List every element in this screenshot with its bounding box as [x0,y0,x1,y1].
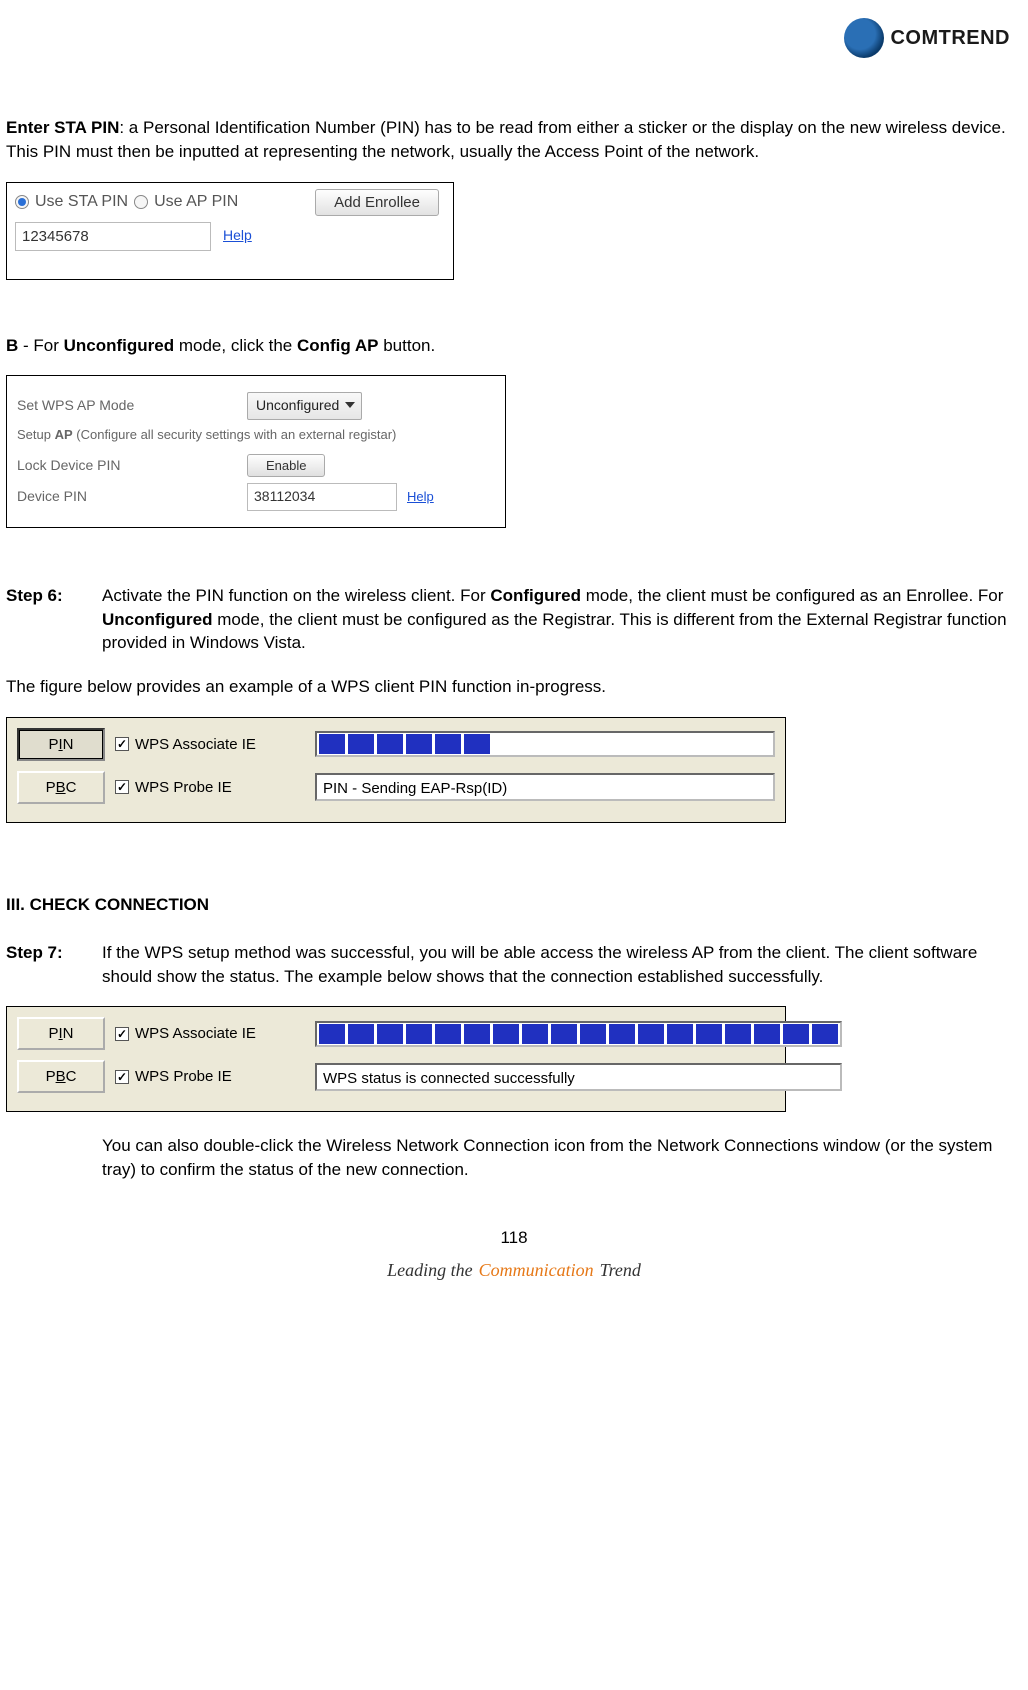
enter-sta-pin-paragraph: Enter STA PIN: a Personal Identification… [6,116,1022,164]
page-content: Enter STA PIN: a Personal Identification… [0,116,1028,1283]
s6-t2: mode, the client must be configured as a… [581,586,1003,605]
paragraph-b: B - For Unconfigured mode, click the Con… [6,334,1022,358]
check-icon [115,780,129,794]
figure-wps-client-progress: PIN WPS Associate IE PBC WPS Probe IE PI… [6,717,786,823]
hint-prefix: Setup [17,427,55,442]
brand-name: COMTREND [890,24,1010,52]
pin-button[interactable]: PIN [17,728,105,761]
section-check-connection: III. CHECK CONNECTION [6,893,1022,917]
chk1-label: WPS Associate IE [135,1023,256,1044]
radio-sta-label: Use STA PIN [35,191,128,213]
step-7-body: If the WPS setup method was successful, … [102,941,1022,989]
footer-tagline: Leading the Communication Trend [6,1258,1022,1283]
b-mode: Unconfigured [64,336,175,355]
hint-suffix: (Configure all security settings with an… [73,427,397,442]
help-link-2[interactable]: Help [407,488,434,506]
pin-u: I [59,1025,63,1042]
setup-ap-hint: Setup AP (Configure all security setting… [17,426,497,444]
s6-t1: Activate the PIN function on the wireles… [102,586,490,605]
progress-bar-full [315,1021,842,1047]
footer-comm: Communication [479,1258,594,1283]
enable-button[interactable]: Enable [247,454,325,477]
page-number: 118 [6,1226,1022,1250]
lock-device-pin-label: Lock Device PIN [17,456,247,476]
radio-use-ap-pin[interactable] [134,195,148,209]
s6-b2: Unconfigured [102,610,213,629]
step-6-body: Activate the PIN function on the wireles… [102,584,1022,655]
add-enrollee-button[interactable]: Add Enrollee [315,189,439,216]
hint-bold: AP [55,427,73,442]
figure-below-text: The figure below provides an example of … [6,675,1022,699]
s6-t3: mode, the client must be configured as t… [102,610,1007,653]
figure-wps-client-success: PIN WPS Associate IE PBC WPS Probe IE WP… [6,1006,786,1112]
step-6: Step 6: Activate the PIN function on the… [6,584,1022,655]
b-mid2: mode, click the [174,336,297,355]
enter-sta-pin-label: Enter STA PIN [6,118,119,137]
pbc-u: B [56,1068,66,1085]
footer-lead: Leading the [387,1258,473,1283]
check-icon [115,737,129,751]
b-prefix: B [6,336,18,355]
radio-use-sta-pin[interactable] [15,195,29,209]
pin-button[interactable]: PIN [17,1017,105,1050]
wps-ap-mode-select[interactable]: Unconfigured [247,392,362,420]
chk2-label: WPS Probe IE [135,1066,232,1087]
status-line-success: WPS status is connected successfully [315,1063,842,1091]
footer-trend: Trend [600,1258,641,1283]
b-mid1: - For [18,336,63,355]
check-icon [115,1027,129,1041]
tail-note: You can also double-click the Wireless N… [102,1134,1016,1182]
device-pin-label: Device PIN [17,487,247,507]
pbc-button[interactable]: PBC [17,1060,105,1093]
step-7-label: Step 7: [6,941,84,989]
step-6-label: Step 6: [6,584,84,655]
b-suffix: button. [378,336,435,355]
sta-pin-input[interactable]: 12345678 [15,222,211,251]
figure-sta-pin: Use STA PIN Use AP PIN Add Enrollee 1234… [6,182,454,280]
radio-ap-label: Use AP PIN [154,191,238,213]
pin-u: I [59,736,63,753]
help-link[interactable]: Help [223,226,252,246]
progress-bar [315,731,775,757]
device-pin-input[interactable]: 38112034 [247,483,397,511]
pbc-u: B [56,779,66,796]
wps-associate-ie-checkbox[interactable]: WPS Associate IE [115,1023,305,1044]
chk2-label: WPS Probe IE [135,777,232,798]
status-line: PIN - Sending EAP-Rsp(ID) [315,773,775,801]
s6-b1: Configured [490,586,581,605]
wps-probe-ie-checkbox[interactable]: WPS Probe IE [115,1066,305,1087]
check-icon [115,1070,129,1084]
globe-icon [844,18,884,58]
logo: COMTREND [844,18,1010,58]
wps-associate-ie-checkbox[interactable]: WPS Associate IE [115,734,305,755]
chk1-label: WPS Associate IE [135,734,256,755]
wps-probe-ie-checkbox[interactable]: WPS Probe IE [115,777,305,798]
pbc-button[interactable]: PBC [17,771,105,804]
step-7: Step 7: If the WPS setup method was succ… [6,941,1022,989]
enter-sta-pin-text: : a Personal Identification Number (PIN)… [6,118,1006,161]
b-btn: Config AP [297,336,379,355]
figure-wps-ap-mode: Set WPS AP Mode Unconfigured Setup AP (C… [6,375,506,527]
set-wps-ap-mode-label: Set WPS AP Mode [17,396,247,416]
